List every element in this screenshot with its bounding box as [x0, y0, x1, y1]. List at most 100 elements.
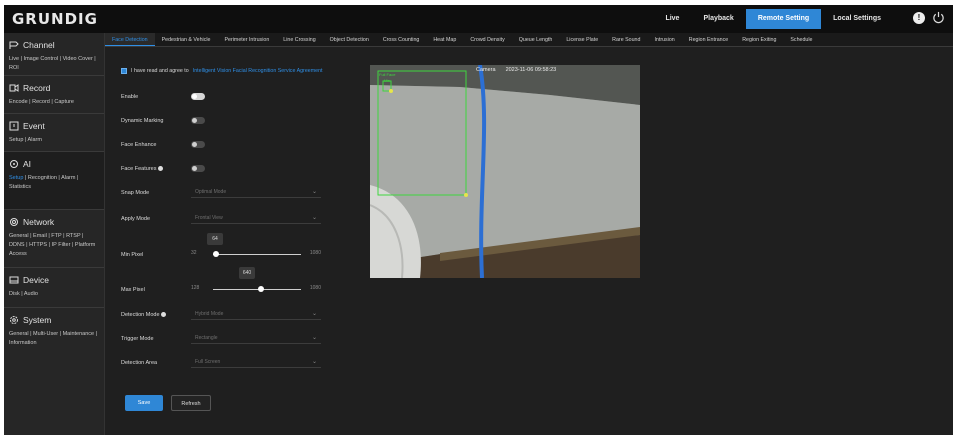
- detection-mode-value: Hybrid Mode: [195, 311, 224, 317]
- brand-logo: GRUNDIG: [12, 10, 98, 28]
- enable-toggle[interactable]: [191, 93, 205, 100]
- network-icon: [10, 218, 18, 226]
- detection-mode-text: Detection Mode: [121, 312, 160, 318]
- sidebar-links-network[interactable]: General | Email | FTP | RTSP | DDNS | HT…: [9, 232, 100, 259]
- sidebar-links-record[interactable]: Encode | Record | Capture: [9, 98, 100, 107]
- apply-mode-value: Frontal View: [195, 215, 223, 221]
- detection-mode-select[interactable]: Hybrid Mode ⌄: [191, 309, 321, 320]
- chevron-down-icon: ⌄: [311, 215, 317, 221]
- min-pixel-knob[interactable]: [212, 251, 219, 257]
- detection-area-value: Full Screen: [195, 359, 221, 365]
- max-pixel-min: 128: [191, 285, 200, 291]
- top-nav: Live Playback Remote Setting Local Setti…: [653, 9, 893, 29]
- sidebar-link-ai-setup[interactable]: Setup: [9, 175, 23, 181]
- tab-heat-map[interactable]: Heat Map: [426, 33, 463, 46]
- sidebar-group-device[interactable]: Device Disk | Audio: [4, 268, 104, 308]
- min-pixel-label: Min Pixel: [121, 252, 144, 258]
- sidebar-group-record[interactable]: Record Encode | Record | Capture: [4, 76, 104, 114]
- chevron-down-icon: ⌄: [311, 335, 317, 341]
- app: GRUNDIG Live Playback Remote Setting Loc…: [0, 0, 953, 435]
- sidebar-group-ai[interactable]: AI Setup | Recognition | Alarm | Statist…: [4, 152, 104, 210]
- sidebar-title-system: System: [23, 315, 52, 325]
- sidebar-group-network[interactable]: Network General | Email | FTP | RTSP | D…: [4, 210, 104, 268]
- trigger-mode-label: Trigger Mode: [121, 336, 154, 342]
- tab-object-detection[interactable]: Object Detection: [323, 33, 376, 46]
- tab-rare-sound[interactable]: Rare Sound: [605, 33, 647, 46]
- face-enhance-label: Face Enhance: [121, 142, 157, 148]
- max-pixel-max: 1080: [309, 285, 321, 291]
- face-features-text: Face Features: [121, 166, 157, 172]
- roi-min-label: Min: [384, 79, 390, 83]
- sidebar-title-channel: Channel: [23, 40, 55, 50]
- tab-schedule[interactable]: Schedule: [783, 33, 819, 46]
- nav-remote-setting[interactable]: Remote Setting: [745, 9, 822, 29]
- tab-line-crossing[interactable]: Line Crossing: [276, 33, 322, 46]
- nav-playback[interactable]: Playback: [691, 9, 745, 29]
- tab-license-plate[interactable]: License Plate: [559, 33, 605, 46]
- min-pixel-slider[interactable]: 32 1080: [191, 248, 321, 260]
- agreement-row: I have read and agree to Intelligent Vis…: [121, 68, 322, 74]
- max-pixel-slider[interactable]: 128 1080: [191, 283, 321, 295]
- tab-crowd-density[interactable]: Crowd Density: [463, 33, 511, 46]
- nav-live[interactable]: Live: [653, 9, 691, 29]
- sidebar-links-event[interactable]: Setup | Alarm: [9, 136, 100, 145]
- tab-perimeter-intrusion[interactable]: Perimeter Intrusion: [218, 33, 277, 46]
- trigger-mode-value: Rectangle: [195, 335, 218, 341]
- channel-icon: [9, 41, 19, 49]
- top-bar: GRUNDIG Live Playback Remote Setting Loc…: [4, 5, 953, 33]
- info-icon[interactable]: [158, 166, 163, 172]
- chevron-down-icon: ⌄: [311, 189, 317, 195]
- sidebar-links-channel[interactable]: Live | Image Control | Video Cover | ROI: [9, 55, 100, 73]
- snap-mode-value: Optimal Mode: [195, 189, 227, 195]
- sidebar-group-channel[interactable]: Channel Live | Image Control | Video Cov…: [4, 33, 104, 76]
- tab-region-entrance[interactable]: Region Entrance: [682, 33, 735, 46]
- agreement-text: I have read and agree to: [131, 68, 189, 74]
- sidebar-links-ai[interactable]: Setup | Recognition | Alarm | Statistics: [9, 174, 100, 192]
- ai-icon: [10, 160, 18, 168]
- max-pixel-track: [213, 289, 301, 290]
- agreement-checkbox[interactable]: [121, 68, 127, 74]
- sidebar-title-ai: AI: [23, 159, 32, 169]
- face-features-label: Face Features: [121, 166, 163, 172]
- snap-mode-select[interactable]: Optimal Mode ⌄: [191, 187, 321, 198]
- agreement-link[interactable]: Intelligent Vision Facial Recognition Se…: [193, 68, 323, 74]
- sidebar: Channel Live | Image Control | Video Cov…: [4, 33, 105, 435]
- detection-area-select[interactable]: Full Screen ⌄: [191, 357, 321, 368]
- tab-face-detection[interactable]: Face Detection: [105, 33, 155, 46]
- apply-mode-select[interactable]: Frontal View ⌄: [191, 213, 321, 224]
- tab-cross-counting[interactable]: Cross Counting: [376, 33, 427, 46]
- dynamic-marking-toggle[interactable]: [191, 117, 205, 124]
- snap-mode-label: Snap Mode: [121, 190, 150, 196]
- tab-queue-length[interactable]: Queue Length: [512, 33, 560, 46]
- tab-intrusion[interactable]: Intrusion: [647, 33, 681, 46]
- save-button[interactable]: Save: [125, 395, 163, 411]
- live-preview[interactable]: Full Face Min Camera 2023-11-06 09:58:23: [370, 65, 640, 278]
- min-pixel-min: 32: [191, 250, 197, 256]
- detection-area-label: Detection Area: [121, 360, 158, 366]
- sidebar-title-network: Network: [23, 217, 55, 227]
- refresh-button[interactable]: Refresh: [171, 395, 211, 411]
- sidebar-group-event[interactable]: Event Setup | Alarm: [4, 114, 104, 152]
- tab-pedestrian-vehicle[interactable]: Pedestrian & Vehicle: [155, 33, 218, 46]
- help-icon[interactable]: !: [913, 12, 925, 24]
- sidebar-title-event: Event: [23, 121, 45, 131]
- power-icon[interactable]: [932, 11, 945, 24]
- face-detection-form: I have read and agree to Intelligent Vis…: [105, 47, 365, 435]
- info-icon[interactable]: [161, 312, 167, 318]
- osd-label: Camera 2023-11-06 09:58:23: [476, 67, 556, 73]
- sidebar-group-system[interactable]: System General | Multi-User | Maintenanc…: [4, 308, 104, 358]
- nav-local-settings[interactable]: Local Settings: [821, 9, 893, 29]
- face-enhance-toggle[interactable]: [191, 141, 205, 148]
- min-pixel-value-bubble: 64: [207, 233, 223, 245]
- sidebar-links-system[interactable]: General | Multi-User | Maintenance | Inf…: [9, 330, 100, 348]
- max-pixel-label: Max Pixel: [121, 287, 145, 293]
- min-pixel-track: [213, 254, 301, 255]
- sidebar-links-device[interactable]: Disk | Audio: [9, 290, 100, 299]
- osd-channel: Camera: [476, 67, 496, 73]
- sidebar-title-record: Record: [23, 83, 51, 93]
- trigger-mode-select[interactable]: Rectangle ⌄: [191, 333, 321, 344]
- tab-region-exiting[interactable]: Region Exiting: [735, 33, 783, 46]
- record-icon: [9, 84, 19, 92]
- face-features-toggle[interactable]: [191, 165, 205, 172]
- max-pixel-knob[interactable]: [257, 286, 264, 292]
